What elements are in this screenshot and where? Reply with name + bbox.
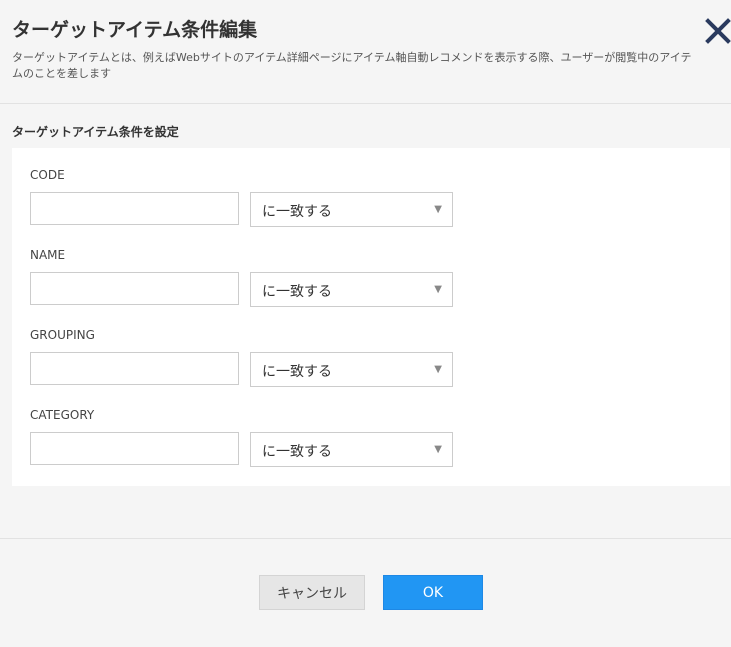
dialog-description: ターゲットアイテムとは、例えばWebサイトのアイテム詳細ページにアイテム軸自動レ… bbox=[12, 51, 692, 80]
dialog-header: ターゲットアイテム条件編集 ターゲットアイテムとは、例えばWebサイトのアイテム… bbox=[0, 0, 731, 103]
header-divider bbox=[0, 103, 731, 104]
code-match-value: に一致する bbox=[262, 204, 332, 220]
code-input[interactable] bbox=[30, 192, 239, 225]
name-match-select[interactable]: に一致する ▼ bbox=[250, 272, 453, 307]
name-match-value: に一致する bbox=[262, 284, 332, 300]
dropdown-arrow-icon: ▼ bbox=[434, 444, 442, 455]
category-label: CATEGORY bbox=[30, 408, 95, 422]
dialog-title: ターゲットアイテム条件編集 bbox=[12, 19, 258, 41]
category-match-value: に一致する bbox=[262, 444, 332, 460]
close-button[interactable] bbox=[701, 14, 731, 48]
grouping-match-value: に一致する bbox=[262, 364, 332, 380]
name-label: NAME bbox=[30, 248, 66, 262]
grouping-match-select[interactable]: に一致する ▼ bbox=[250, 352, 453, 387]
cancel-button[interactable]: キャンセル bbox=[259, 575, 365, 610]
code-label: CODE bbox=[30, 168, 65, 182]
category-input[interactable] bbox=[30, 432, 239, 465]
code-match-select[interactable]: に一致する ▼ bbox=[250, 192, 453, 227]
close-icon bbox=[705, 18, 731, 44]
section-title: ターゲットアイテム条件を設定 bbox=[12, 125, 179, 139]
edit-target-item-dialog: ターゲットアイテム条件編集 ターゲットアイテムとは、例えばWebサイトのアイテム… bbox=[0, 0, 731, 647]
grouping-input[interactable] bbox=[30, 352, 239, 385]
ok-button[interactable]: OK bbox=[383, 575, 483, 610]
dropdown-arrow-icon: ▼ bbox=[434, 284, 442, 295]
dropdown-arrow-icon: ▼ bbox=[434, 204, 442, 215]
footer-divider bbox=[0, 538, 731, 539]
grouping-label: GROUPING bbox=[30, 328, 95, 342]
conditions-panel: CODE に一致する ▼ NAME に一致する ▼ GROUPING に一致する… bbox=[12, 148, 730, 486]
category-match-select[interactable]: に一致する ▼ bbox=[250, 432, 453, 467]
name-input[interactable] bbox=[30, 272, 239, 305]
dropdown-arrow-icon: ▼ bbox=[434, 364, 442, 375]
